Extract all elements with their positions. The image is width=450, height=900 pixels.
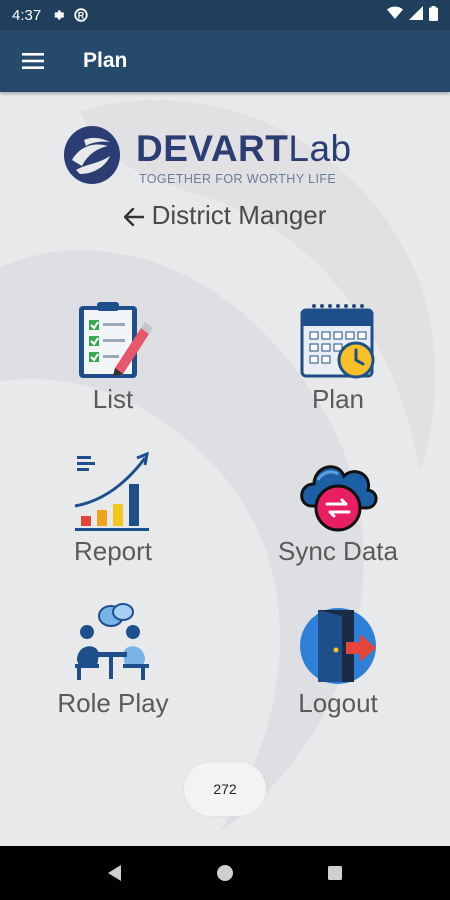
calendar-icon <box>300 304 375 379</box>
meeting-icon <box>75 603 149 680</box>
tile-plan[interactable]: Plan <box>253 298 423 428</box>
back-arrow-icon[interactable] <box>123 202 144 233</box>
hamburger-menu-icon <box>22 53 44 69</box>
settings-gear-icon <box>51 7 67 23</box>
sync-status-icon: R <box>73 7 89 23</box>
status-bar: 4:37 R <box>0 0 450 30</box>
system-navigation-bar <box>0 846 450 900</box>
role-header: District Manger <box>0 200 450 233</box>
nav-home-button[interactable] <box>205 853 245 893</box>
battery-icon <box>429 5 438 25</box>
recents-square-icon <box>328 866 342 880</box>
record-count-badge: 272 <box>184 762 266 816</box>
logo-emblem-icon <box>64 126 120 184</box>
back-triangle-icon <box>108 865 121 881</box>
tile-list-label: List <box>92 384 134 414</box>
page-title: Plan <box>83 49 128 72</box>
tile-logout-label: Logout <box>298 688 378 718</box>
nav-back-button[interactable] <box>95 853 135 893</box>
status-time: 4:37 <box>12 6 42 24</box>
logo-tagline: TOGETHER FOR WORTHY LIFE <box>139 172 337 186</box>
nav-recents-button[interactable] <box>315 853 355 893</box>
logo-word-light: Lab <box>288 128 352 169</box>
devart-lab-logo: DEVARTLab TOGETHER FOR WORTHY LIFE <box>62 124 392 190</box>
tile-sync-data-label: Sync Data <box>278 536 398 566</box>
tile-list[interactable]: List <box>28 298 198 428</box>
logo-word-bold: DEVART <box>136 128 289 169</box>
logo-wordmark: DEVARTLab <box>136 128 352 170</box>
menu-button[interactable] <box>0 30 66 92</box>
tile-sync-data[interactable]: Sync Data <box>253 450 423 580</box>
main-content: DEVARTLab TOGETHER FOR WORTHY LIFE Distr… <box>0 92 450 846</box>
tile-report[interactable]: Report <box>28 450 198 580</box>
home-circle-icon <box>217 865 233 881</box>
growth-chart-icon <box>74 451 149 531</box>
tile-plan-label: Plan <box>311 384 365 414</box>
tile-role-play-label: Role Play <box>57 688 169 718</box>
logout-door-icon <box>300 608 376 684</box>
role-label: District Manger <box>151 200 327 230</box>
app-bar: Plan <box>0 30 450 92</box>
wifi-icon <box>387 6 403 24</box>
tile-logout[interactable]: Logout <box>253 602 423 732</box>
cell-signal-icon <box>409 6 423 24</box>
tile-report-label: Report <box>73 536 153 566</box>
checklist-icon <box>79 302 153 378</box>
cloud-sync-icon <box>300 465 378 532</box>
svg-text:R: R <box>78 11 85 21</box>
tile-role-play[interactable]: Role Play <box>28 602 198 732</box>
